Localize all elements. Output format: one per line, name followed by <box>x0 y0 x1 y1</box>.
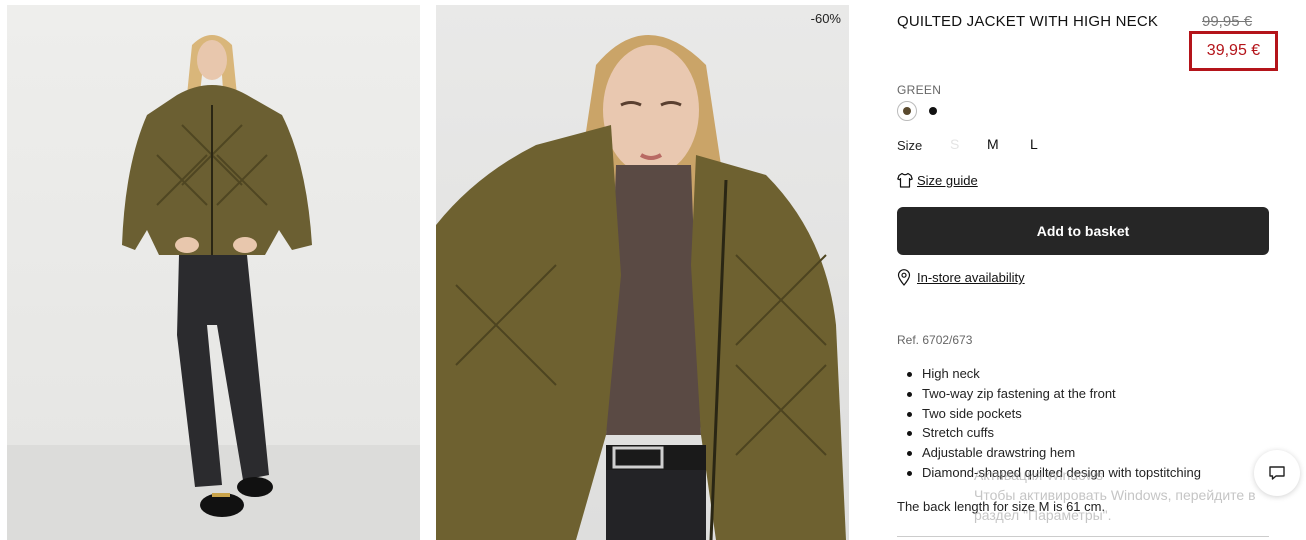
feature-item: Two-way zip fastening at the front <box>907 384 1201 404</box>
location-pin-icon <box>897 269 911 286</box>
in-store-availability-link[interactable]: In-store availability <box>897 269 1025 286</box>
feature-item: Diamond-shaped quilted design with topst… <box>907 463 1201 483</box>
feature-item: High neck <box>907 364 1201 384</box>
divider <box>897 536 1269 537</box>
color-swatch-green[interactable] <box>897 101 917 121</box>
tshirt-icon <box>897 172 913 188</box>
add-to-basket-button[interactable]: Add to basket <box>897 207 1269 255</box>
model-full-body-illustration <box>7 35 420 540</box>
size-guide-link[interactable]: Size guide <box>897 172 978 188</box>
discount-badge: -60% <box>810 11 841 26</box>
sale-price: 39,95 € <box>1206 42 1261 59</box>
product-image-full-body[interactable] <box>7 5 420 540</box>
size-option-s[interactable]: S <box>950 136 959 152</box>
chat-icon <box>1269 466 1285 480</box>
size-option-l[interactable]: L <box>1030 136 1038 152</box>
sale-price-highlight: 39,95 € <box>1189 31 1278 71</box>
feature-item: Adjustable drawstring hem <box>907 443 1201 463</box>
chat-button[interactable] <box>1254 450 1300 496</box>
back-length-note: The back length for size M is 61 cm. <box>897 499 1106 514</box>
feature-item: Stretch cuffs <box>907 423 1201 443</box>
feature-list: High neck Two-way zip fastening at the f… <box>907 364 1201 483</box>
size-label: Size <box>897 138 923 153</box>
product-title: QUILTED JACKET WITH HIGH NECK <box>897 13 1159 30</box>
original-price: 99,95 € <box>1202 13 1253 30</box>
color-swatch-green-dot <box>903 107 911 115</box>
color-swatch-black[interactable] <box>929 107 937 115</box>
model-closeup-illustration <box>436 35 846 540</box>
product-image-closeup[interactable]: -60% <box>436 5 849 540</box>
color-name: GREEN <box>897 83 942 97</box>
product-reference: Ref. 6702/673 <box>897 333 973 347</box>
feature-item: Two side pockets <box>907 404 1201 424</box>
size-guide-text: Size guide <box>917 172 978 188</box>
in-store-availability-text: In-store availability <box>917 270 1025 285</box>
size-option-m[interactable]: M <box>987 136 999 152</box>
